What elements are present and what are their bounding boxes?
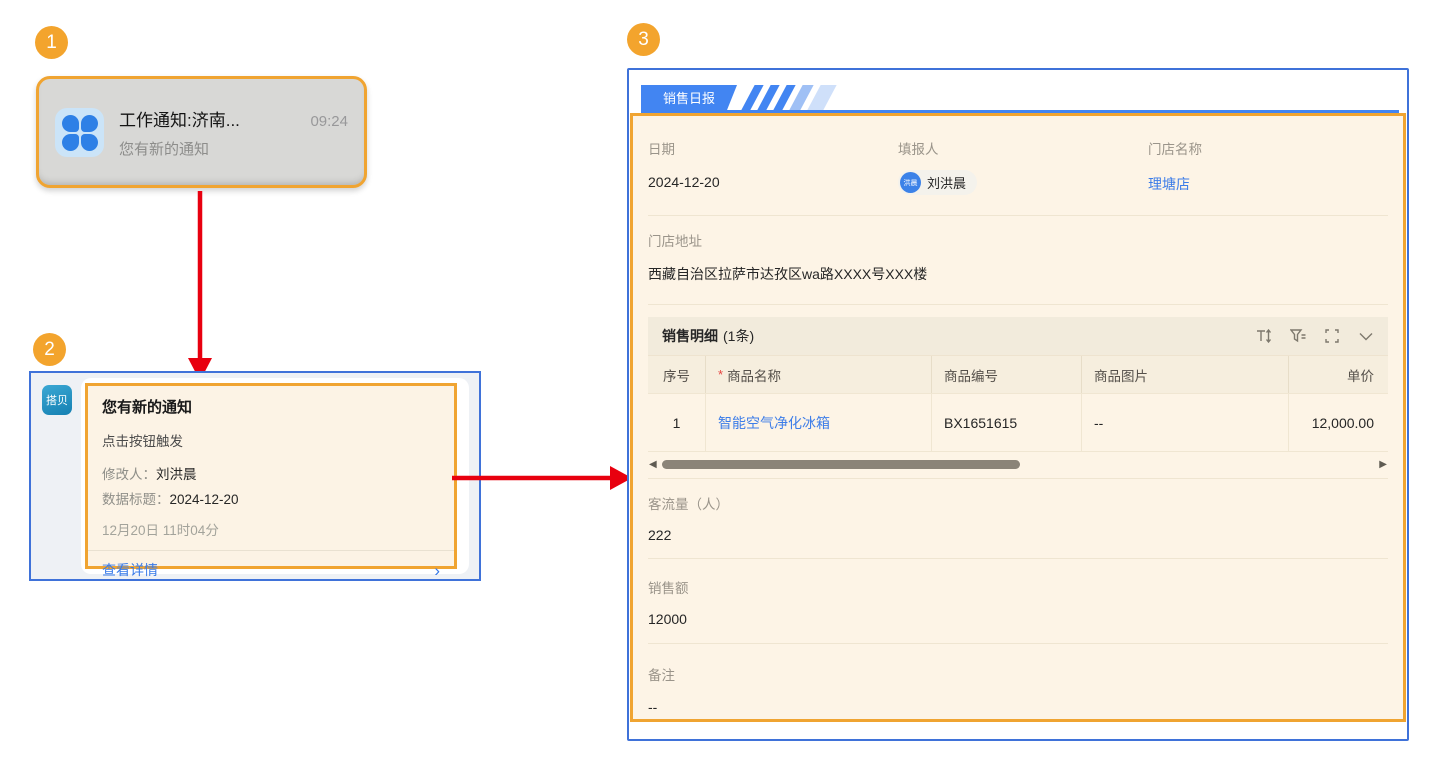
row-height-icon[interactable]: [1255, 328, 1272, 345]
sales-detail-count: (1条): [723, 326, 754, 346]
expand-icon[interactable]: [1323, 328, 1340, 345]
view-details-action[interactable]: 查看详情 ›: [102, 560, 440, 580]
store-address-label: 门店地址: [648, 230, 1388, 250]
view-details-link[interactable]: 查看详情: [102, 560, 158, 580]
sales-amount-value: 12000: [648, 611, 1388, 627]
reporter-pill[interactable]: 洪晨 刘洪晨: [898, 170, 977, 195]
store-address-value: 西藏自治区拉萨市达孜区wa路XXXX号XXX楼: [648, 264, 1388, 284]
message-highlight-box: 您有新的通知 点击按钮触发 修改人：刘洪晨 数据标题：2024-12-20 12…: [85, 383, 457, 569]
required-mark: *: [718, 367, 723, 382]
step-badge-1: 1: [35, 26, 68, 59]
push-notification-card[interactable]: 工作通知:济南... 09:24 您有新的通知: [36, 76, 367, 188]
col-header-index: 序号: [648, 356, 705, 393]
col-header-product-code: 商品编号: [931, 356, 1081, 393]
col-header-product-name: *商品名称: [705, 356, 931, 393]
table-row: 1 智能空气净化冰箱 BX1651615 -- 12,000.00: [648, 393, 1388, 452]
modifier-label: 修改人：: [102, 467, 156, 482]
notification-subtitle: 您有新的通知: [119, 138, 348, 159]
sales-report-panel: 销售日报 日期 2024-12-20 填报人 洪晨 刘洪晨: [627, 68, 1409, 741]
remark-label: 备注: [648, 664, 1388, 684]
cell-unit-price: 12,000.00: [1288, 394, 1388, 451]
step-badge-2: 2: [33, 333, 66, 366]
workflow-screenshot: 1 2 3 工作通知:济南... 09:24 您有新的通知 搭贝 您有新的通知 …: [0, 0, 1435, 771]
store-name-label: 门店名称: [1148, 138, 1388, 158]
data-title-label: 数据标题：: [102, 492, 170, 507]
message-bubble[interactable]: 您有新的通知 点击按钮触发 修改人：刘洪晨 数据标题：2024-12-20 12…: [81, 378, 469, 574]
dabei-app-icon: 搭贝: [42, 385, 72, 415]
date-label: 日期: [648, 138, 898, 158]
cell-product-code: BX1651615: [931, 394, 1081, 451]
filter-icon[interactable]: [1289, 328, 1306, 345]
step-badge-3: 3: [627, 23, 660, 56]
cell-product-image: --: [1081, 394, 1288, 451]
work-notification-clover-icon: [55, 108, 104, 157]
chevron-right-icon: ›: [434, 562, 440, 579]
message-timestamp: 12月20日 11时04分: [102, 519, 440, 539]
flow-arrow-down: [186, 191, 214, 383]
divider: [88, 550, 454, 551]
reporter-label: 填报人: [898, 138, 1148, 158]
data-title-value: 2024-12-20: [170, 492, 239, 507]
divider: [648, 643, 1388, 644]
divider: [648, 215, 1388, 216]
remark-value: --: [648, 699, 1388, 715]
scroll-left-icon[interactable]: ◀: [649, 458, 657, 471]
collapse-chevron-icon[interactable]: [1357, 328, 1374, 345]
reporter-avatar: 洪晨: [900, 172, 921, 193]
flow-arrow-right: [452, 463, 634, 493]
divider: [648, 478, 1388, 479]
message-title: 您有新的通知: [102, 396, 440, 417]
report-form-highlight-box: 日期 2024-12-20 填报人 洪晨 刘洪晨 门店名称 理塘店 门店地址: [630, 113, 1406, 722]
store-name-link[interactable]: 理塘店: [1148, 174, 1388, 194]
horizontal-scrollbar[interactable]: ◀ ▶: [648, 457, 1388, 472]
divider: [648, 558, 1388, 559]
modifier-value: 刘洪晨: [156, 467, 197, 482]
sales-detail-section-header: 销售明细 (1条): [648, 317, 1388, 355]
ribbon-stripes: [741, 85, 830, 110]
divider: [648, 304, 1388, 305]
col-header-product-image: 商品图片: [1081, 356, 1288, 393]
traffic-value: 222: [648, 527, 1388, 543]
traffic-label: 客流量（人）: [648, 493, 1388, 513]
notification-title: 工作通知:济南...: [119, 106, 240, 131]
product-name-link[interactable]: 智能空气净化冰箱: [718, 413, 830, 433]
reporter-name: 刘洪晨: [927, 173, 966, 192]
message-body: 点击按钮触发: [102, 430, 440, 450]
scroll-right-icon[interactable]: ▶: [1379, 458, 1387, 471]
sales-amount-label: 销售额: [648, 577, 1388, 597]
cell-index: 1: [648, 394, 705, 451]
scrollbar-thumb[interactable]: [662, 460, 1020, 469]
sales-detail-title: 销售明细: [662, 326, 718, 346]
table-header-row: 序号 *商品名称 商品编号 商品图片 单价: [648, 355, 1388, 393]
date-value: 2024-12-20: [648, 174, 898, 190]
col-header-unit-price: 单价: [1288, 356, 1388, 393]
report-title-ribbon: 销售日报: [641, 85, 830, 110]
notification-time: 09:24: [310, 113, 348, 130]
message-detail-card: 搭贝 您有新的通知 点击按钮触发 修改人：刘洪晨 数据标题：2024-12-20…: [29, 371, 481, 581]
report-title: 销售日报: [641, 85, 737, 110]
